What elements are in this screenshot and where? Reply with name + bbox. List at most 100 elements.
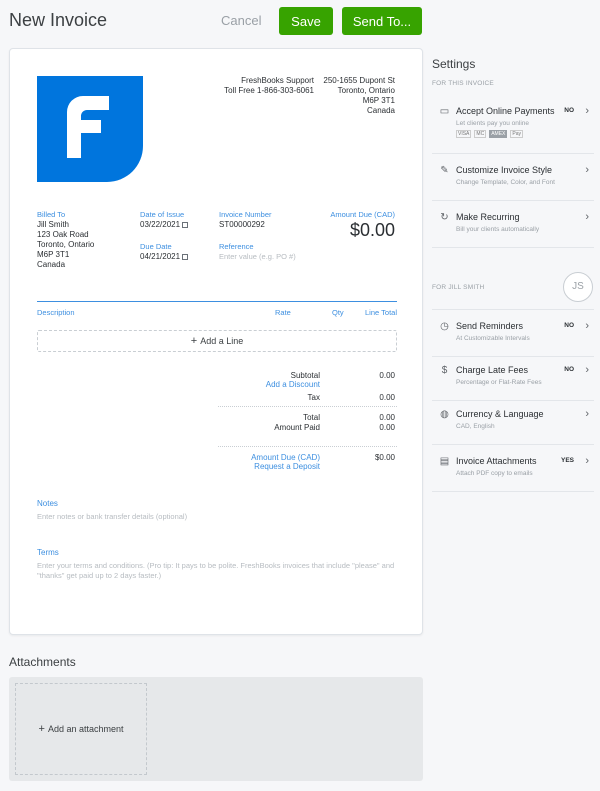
payment-icon: ▭	[439, 106, 450, 117]
total-label: Total	[303, 413, 320, 422]
settings-title: Settings	[432, 57, 476, 71]
amount-paid-label: Amount Paid	[274, 423, 320, 432]
save-button[interactable]: Save	[279, 7, 333, 35]
notes-label: Notes	[37, 499, 58, 508]
invoice-card: FreshBooks Support Toll Free 1-866-303-6…	[9, 48, 423, 635]
group-label-client: For Jill Smith	[432, 284, 485, 291]
amount-paid-value: 0.00	[379, 423, 395, 432]
due-date-field[interactable]: 04/21/2021	[140, 252, 189, 262]
company-address[interactable]: 250-1655 Dupont St Toronto, Ontario M6P …	[323, 76, 395, 116]
chevron-right-icon: ›	[585, 320, 589, 332]
freshbooks-logo[interactable]	[37, 76, 143, 182]
client-address-line: Canada	[37, 260, 66, 269]
line-items-header: Description Rate Qty Line Total	[37, 301, 397, 319]
address-line: 250-1655 Dupont St	[323, 76, 395, 85]
setting-subtitle: Attach PDF copy to emails	[456, 470, 533, 477]
amount-due-total-label: Amount Due (CAD)	[251, 453, 320, 462]
client-avatar: JS	[563, 272, 593, 302]
calendar-icon	[182, 222, 189, 228]
setting-accept-online-payments[interactable]: ▭ Accept Online Payments Let clients pay…	[432, 105, 594, 154]
setting-title: Make Recurring	[456, 212, 520, 222]
add-attachment-label: Add an attachment	[47, 724, 124, 734]
client-address-line: 123 Oak Road	[37, 230, 89, 239]
top-bar: New Invoice Cancel Save Send To...	[0, 0, 600, 44]
column-line-total: Line Total	[365, 308, 397, 317]
subtotal-value: 0.00	[379, 371, 395, 380]
setting-currency-language[interactable]: ◍ Currency & Language CAD, English ›	[432, 408, 594, 445]
cancel-button[interactable]: Cancel	[221, 13, 261, 28]
add-attachment-button[interactable]: + Add an attachment	[15, 683, 147, 775]
setting-customize-invoice-style[interactable]: ✎ Customize Invoice Style Change Templat…	[432, 164, 594, 201]
column-rate: Rate	[275, 308, 291, 317]
setting-charge-late-fees[interactable]: $ Charge Late Fees Percentage or Flat-Ra…	[432, 364, 594, 401]
add-line-label: Add a Line	[200, 336, 244, 346]
chevron-right-icon: ›	[585, 455, 589, 467]
terms-input[interactable]: Enter your terms and conditions. (Pro ti…	[37, 561, 397, 581]
setting-status: NO	[564, 107, 574, 114]
attachment-icon: ▤	[439, 456, 450, 467]
attachments-title: Attachments	[9, 655, 76, 669]
add-discount-link[interactable]: Add a Discount	[266, 380, 320, 389]
setting-subtitle: Let clients pay you online	[456, 120, 529, 127]
due-date-value: 04/21/2021	[140, 252, 181, 261]
visa-logo: VISA	[456, 130, 472, 138]
divider	[432, 309, 594, 310]
page-title: New Invoice	[9, 10, 108, 30]
add-line-button[interactable]: + Add a Line	[37, 330, 397, 352]
setting-subtitle: Change Template, Color, and Font	[456, 179, 555, 186]
chevron-right-icon: ›	[585, 364, 589, 376]
divider	[218, 446, 397, 447]
setting-status: YES	[560, 457, 574, 464]
amount-due-total-value: $0.00	[374, 453, 395, 462]
setting-subtitle: CAD, English	[456, 423, 495, 430]
request-deposit-link[interactable]: Request a Deposit	[254, 462, 320, 471]
column-qty: Qty	[332, 308, 344, 317]
calendar-icon	[182, 254, 189, 260]
divider	[218, 406, 397, 407]
client-name: Jill Smith	[37, 220, 70, 229]
amount-due-label: Amount Due (CAD)	[330, 210, 395, 219]
chevron-right-icon: ›	[585, 408, 589, 420]
date-of-issue-label: Date of Issue	[140, 210, 185, 219]
terms-label: Terms	[37, 548, 59, 557]
setting-invoice-attachments[interactable]: ▤ Invoice Attachments Attach PDF copy to…	[432, 455, 594, 492]
chevron-right-icon: ›	[585, 105, 589, 117]
setting-title: Charge Late Fees	[456, 365, 529, 375]
setting-title: Currency & Language	[456, 409, 544, 419]
total-value: 0.00	[379, 413, 395, 422]
amex-logo: AMEX	[489, 130, 508, 138]
amount-due-value: $0.00	[349, 220, 395, 240]
mastercard-logo: MC	[474, 130, 487, 138]
tax-value: 0.00	[379, 393, 395, 402]
send-to-button[interactable]: Send To...	[342, 7, 422, 35]
setting-make-recurring[interactable]: ↻ Make Recurring Bill your clients autom…	[432, 211, 594, 248]
setting-status: NO	[564, 322, 574, 329]
setting-send-reminders[interactable]: ◷ Send Reminders At Customizable Interva…	[432, 320, 594, 357]
invoice-number-field[interactable]: ST00000292	[219, 220, 265, 230]
date-of-issue-field[interactable]: 03/22/2021	[140, 220, 189, 230]
setting-subtitle: At Customizable Intervals	[456, 335, 530, 342]
setting-subtitle: Percentage or Flat-Rate Fees	[456, 379, 542, 386]
tax-label: Tax	[307, 393, 320, 402]
recurring-icon: ↻	[440, 212, 449, 223]
chevron-right-icon: ›	[585, 164, 589, 176]
globe-icon: ◍	[440, 409, 449, 420]
clock-icon: ◷	[440, 321, 449, 332]
chevron-right-icon: ›	[585, 211, 589, 223]
address-line: M6P 3T1	[362, 96, 395, 105]
group-label-invoice: For This Invoice	[432, 80, 494, 87]
setting-title: Customize Invoice Style	[456, 165, 553, 175]
billed-to-address[interactable]: Jill Smith 123 Oak Road Toronto, Ontario…	[37, 220, 94, 270]
reference-input[interactable]: Enter value (e.g. PO #)	[219, 252, 296, 261]
due-date-label: Due Date	[140, 242, 172, 251]
notes-input[interactable]: Enter notes or bank transfer details (op…	[37, 512, 397, 522]
address-line: Toronto, Ontario	[337, 86, 395, 95]
client-address-line: M6P 3T1	[37, 250, 70, 259]
reference-label: Reference	[219, 242, 254, 251]
company-info[interactable]: FreshBooks Support Toll Free 1-866-303-6…	[224, 76, 314, 96]
brush-icon: ✎	[440, 165, 449, 176]
client-address-line: Toronto, Ontario	[37, 240, 95, 249]
plus-icon: +	[190, 335, 198, 347]
invoice-number-label: Invoice Number	[219, 210, 272, 219]
setting-title: Accept Online Payments	[456, 106, 555, 116]
